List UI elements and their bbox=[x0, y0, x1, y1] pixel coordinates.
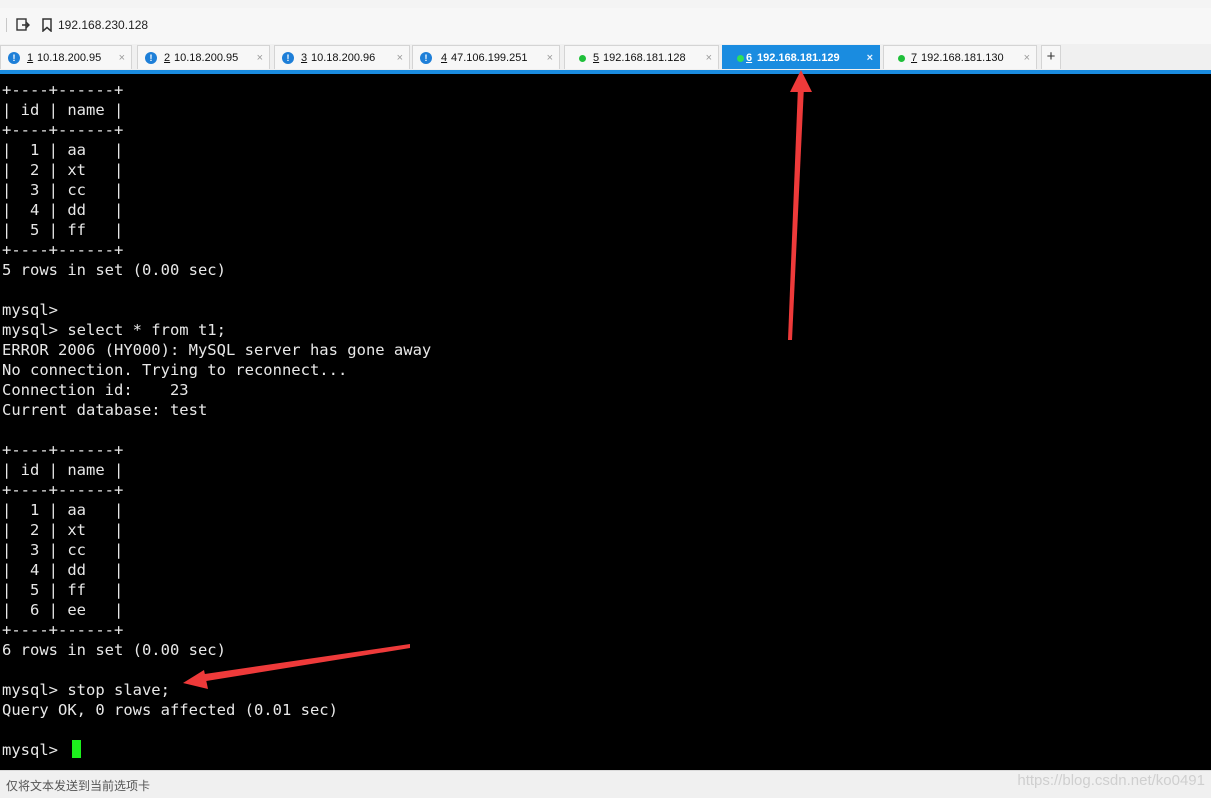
tab-host: 192.168.181.128 bbox=[603, 52, 686, 64]
terminal-line: +----+------+ bbox=[2, 241, 124, 259]
connected-status-icon bbox=[737, 55, 744, 62]
address-bar: 192.168.230.128 bbox=[0, 8, 1211, 44]
tab-number: 3 bbox=[301, 52, 308, 64]
tab-close-icon[interactable]: × bbox=[257, 46, 263, 70]
tab-host: 10.18.200.95 bbox=[174, 52, 239, 64]
terminal-line: Query OK, 0 rows affected (0.01 sec) bbox=[2, 701, 338, 719]
terminal-line: Current database: test bbox=[2, 401, 208, 419]
alert-icon: ! bbox=[420, 52, 432, 64]
tab-6-active[interactable]: 6 192.168.181.129 × bbox=[722, 45, 880, 69]
tab-host: 10.18.200.95 bbox=[37, 52, 102, 64]
tab-host: 10.18.200.96 bbox=[311, 52, 376, 64]
tab-7[interactable]: 7 192.168.181.130 × bbox=[883, 45, 1037, 69]
tab-close-icon[interactable]: × bbox=[547, 46, 553, 70]
terminal-line: +----+------+ bbox=[2, 121, 124, 139]
tab-close-icon[interactable]: × bbox=[706, 46, 712, 70]
terminal-line: 5 rows in set (0.00 sec) bbox=[2, 261, 226, 279]
terminal-cursor bbox=[72, 740, 81, 758]
tab-number: 2 bbox=[164, 52, 171, 64]
terminal-line: mysql> stop slave; bbox=[2, 681, 170, 699]
terminal-line: +----+------+ bbox=[2, 81, 124, 99]
tab-host: 192.168.181.129 bbox=[757, 52, 840, 64]
address-text[interactable]: 192.168.230.128 bbox=[58, 17, 148, 33]
terminal-line: | 3 | cc | bbox=[2, 181, 124, 199]
tab-4[interactable]: ! 4 47.106.199.251 × bbox=[412, 45, 560, 69]
tab-close-icon[interactable]: × bbox=[1024, 46, 1030, 70]
terminal-line: | 6 | ee | bbox=[2, 601, 124, 619]
tab-number: 7 bbox=[911, 52, 918, 64]
tab-number: 1 bbox=[27, 52, 34, 64]
session-open-icon[interactable] bbox=[16, 18, 30, 32]
connected-status-icon bbox=[898, 55, 905, 62]
alert-icon: ! bbox=[8, 52, 20, 64]
terminal-screen[interactable]: +----+------+ | id | name | +----+------… bbox=[0, 74, 1211, 770]
tab-host: 192.168.181.130 bbox=[921, 52, 1004, 64]
terminal-line: | 2 | xt | bbox=[2, 521, 124, 539]
tab-number: 4 bbox=[441, 52, 448, 64]
tab-host: 47.106.199.251 bbox=[451, 52, 528, 64]
terminal-line: mysql> select * from t1; bbox=[2, 321, 226, 339]
tab-5[interactable]: 5 192.168.181.128 × bbox=[564, 45, 719, 69]
tab-3[interactable]: ! 3 10.18.200.96 × bbox=[274, 45, 410, 69]
terminal-line: | 5 | ff | bbox=[2, 581, 124, 599]
tab-2[interactable]: ! 2 10.18.200.95 × bbox=[137, 45, 270, 69]
tab-bar: ! 1 10.18.200.95 × ! 2 10.18.200.95 × ! … bbox=[0, 44, 1211, 70]
tab-close-icon[interactable]: × bbox=[119, 46, 125, 70]
terminal-line: mysql> bbox=[2, 301, 58, 319]
tab-number: 6 bbox=[746, 52, 753, 64]
alert-icon: ! bbox=[145, 52, 157, 64]
add-tab-button[interactable]: + bbox=[1041, 45, 1061, 69]
terminal-line: | 4 | dd | bbox=[2, 561, 124, 579]
connected-status-icon bbox=[579, 55, 586, 62]
terminal-line: | 4 | dd | bbox=[2, 201, 124, 219]
terminal-line: | 2 | xt | bbox=[2, 161, 124, 179]
terminal-line: | 5 | ff | bbox=[2, 221, 124, 239]
tab-close-icon[interactable]: × bbox=[867, 46, 873, 70]
status-text: 仅将文本发送到当前选项卡 bbox=[6, 779, 151, 793]
status-bar: 仅将文本发送到当前选项卡 https://blog.csdn.net/ko049… bbox=[0, 770, 1211, 798]
terminal-line: 6 rows in set (0.00 sec) bbox=[2, 641, 226, 659]
toolbar-grip bbox=[6, 18, 7, 32]
terminal-line: +----+------+ bbox=[2, 621, 124, 639]
terminal-line: | 1 | aa | bbox=[2, 141, 124, 159]
terminal-line: ERROR 2006 (HY000): MySQL server has gon… bbox=[2, 341, 432, 359]
terminal-line: No connection. Trying to reconnect... bbox=[2, 361, 348, 379]
tab-1[interactable]: ! 1 10.18.200.95 × bbox=[0, 45, 132, 69]
tab-close-icon[interactable]: × bbox=[397, 46, 403, 70]
terminal-line: Connection id: 23 bbox=[2, 381, 189, 399]
alert-icon: ! bbox=[282, 52, 294, 64]
terminal-line: | 1 | aa | bbox=[2, 501, 124, 519]
bookmark-icon[interactable] bbox=[40, 18, 54, 33]
watermark: https://blog.csdn.net/ko0491 bbox=[1017, 772, 1205, 789]
terminal-line: | id | name | bbox=[2, 461, 124, 479]
terminal-line: | 3 | cc | bbox=[2, 541, 124, 559]
terminal-line: +----+------+ bbox=[2, 441, 124, 459]
terminal-line: +----+------+ bbox=[2, 481, 124, 499]
terminal-line: | id | name | bbox=[2, 101, 124, 119]
terminal-prompt: mysql> bbox=[2, 741, 68, 759]
tab-number: 5 bbox=[593, 52, 600, 64]
